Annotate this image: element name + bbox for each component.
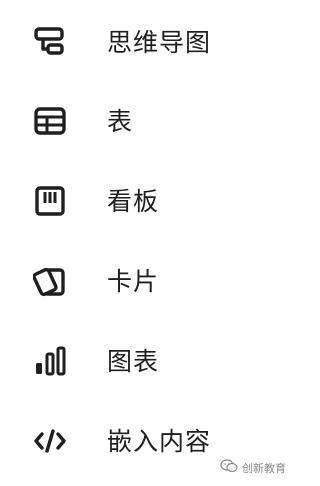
menu-item-label: 思维导图 [107,27,212,57]
menu-item-label: 卡片 [107,266,160,296]
menu-item-label: 看板 [107,186,160,216]
kanban-icon [32,183,68,219]
chart-icon [32,343,68,379]
table-icon [32,103,68,139]
menu-item-kanban[interactable]: 看板 [0,169,294,233]
watermark: 创新教育 [220,459,286,476]
watermark-text: 创新教育 [242,461,286,475]
menu-item-chart[interactable]: 图表 [0,329,294,393]
wechat-icon [220,459,238,476]
menu-item-table[interactable]: 表 [0,89,294,153]
menu-item-cards[interactable]: 卡片 [0,249,294,313]
menu-item-mindmap[interactable]: 思维导图 [0,10,294,74]
menu-item-label: 图表 [107,346,160,376]
mindmap-icon [32,24,68,60]
menu-item-label: 嵌入内容 [107,426,212,456]
cards-icon [32,263,68,299]
insert-menu: 思维导图 表 看板 卡片 图表 嵌入内容 创新教育 [0,0,294,486]
embed-code-icon [32,423,68,459]
menu-item-label: 表 [107,106,134,136]
